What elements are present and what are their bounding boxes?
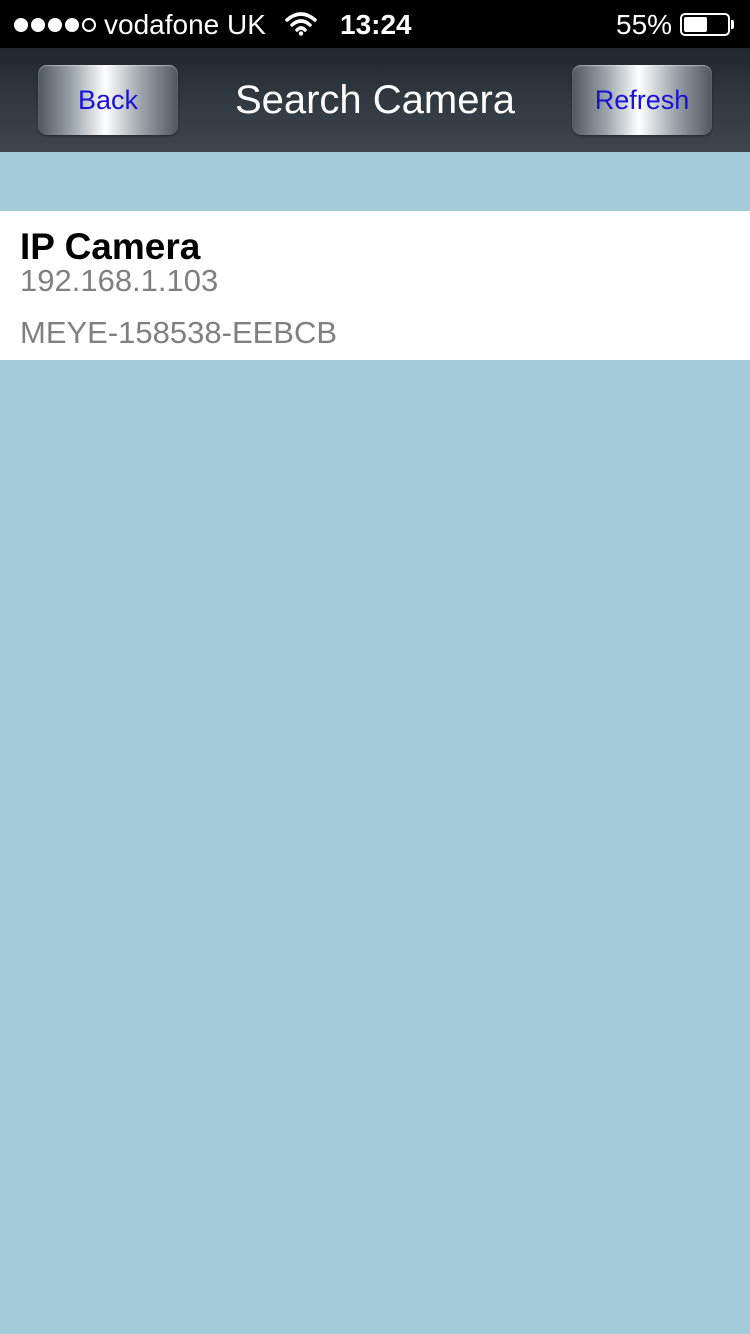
status-bar: vodafone UK 13:24 55% xyxy=(0,0,750,48)
page-title: Search Camera xyxy=(234,78,516,122)
camera-uid: MEYE-158538-EEBCB xyxy=(20,315,338,350)
camera-ip-address: 192.168.1.103 xyxy=(20,263,219,298)
signal-dot xyxy=(48,18,62,32)
signal-dot xyxy=(82,18,96,32)
signal-dot xyxy=(31,18,45,32)
camera-list-item[interactable]: IP Camera 192.168.1.103 MEYE-158538-EEBC… xyxy=(0,211,750,360)
signal-dot xyxy=(65,18,79,32)
refresh-button[interactable]: Refresh xyxy=(572,65,712,135)
carrier-name: vodafone UK xyxy=(104,9,266,40)
status-time: 13:24 xyxy=(340,9,412,40)
wifi-icon xyxy=(285,12,317,41)
signal-strength-icon xyxy=(14,17,96,33)
battery-level-fill xyxy=(684,17,708,32)
camera-list: IP Camera 192.168.1.103 MEYE-158538-EEBC… xyxy=(0,211,750,360)
battery-tip xyxy=(731,20,734,29)
back-button[interactable]: Back xyxy=(38,65,178,135)
battery-icon xyxy=(680,13,730,36)
battery-percentage: 55% xyxy=(616,9,673,40)
signal-dot xyxy=(14,18,28,32)
navigation-bar: Back Search Camera Refresh xyxy=(0,48,750,152)
